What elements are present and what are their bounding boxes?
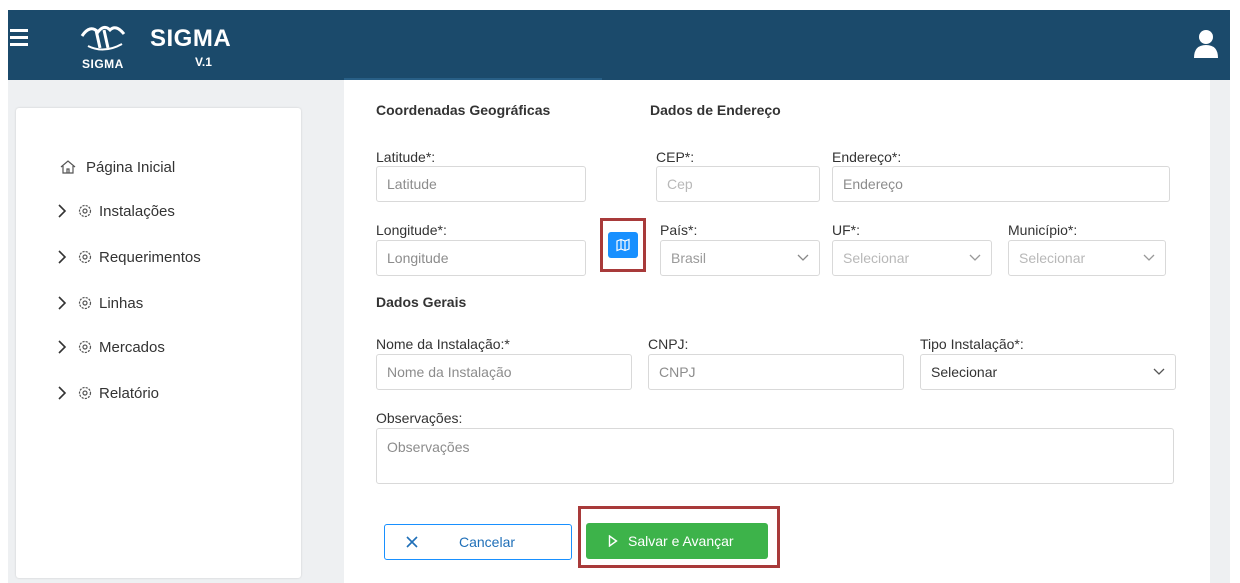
chevron-right-icon — [58, 340, 67, 354]
play-icon — [608, 535, 618, 547]
address-section-title: Dados de Endereço — [650, 102, 781, 118]
chevron-down-icon — [1143, 254, 1155, 261]
uf-label: UF*: — [832, 222, 860, 238]
gear-icon — [78, 386, 92, 400]
chevron-down-icon — [1153, 368, 1165, 375]
chevron-right-icon — [58, 386, 67, 400]
app-title: SIGMA — [150, 25, 232, 52]
sidebar-item-label: Requerimentos — [99, 248, 201, 266]
close-icon — [406, 536, 418, 548]
cep-input[interactable] — [656, 166, 820, 202]
map-button[interactable] — [608, 232, 638, 258]
menu-icon[interactable] — [10, 29, 28, 49]
municipio-label: Município*: — [1008, 222, 1078, 238]
cancel-button[interactable]: Cancelar — [384, 524, 572, 560]
gear-icon — [78, 204, 92, 218]
save-and-continue-button[interactable]: Salvar e Avançar — [586, 523, 768, 559]
app-window: SIGMA SIGMA V.1 Página Inicial Instalaçõ… — [8, 10, 1230, 583]
app-version: V.1 — [195, 55, 212, 69]
nome-label: Nome da Instalação:* — [376, 336, 510, 352]
sidebar-item-pagina-inicial[interactable]: Página Inicial — [60, 154, 175, 180]
sidebar-item-requerimentos[interactable]: Requerimentos — [56, 244, 201, 270]
sidebar-item-label: Página Inicial — [86, 158, 176, 176]
endereco-label: Endereço*: — [832, 149, 902, 165]
cnpj-label: CNPJ: — [648, 336, 689, 352]
map-icon — [616, 238, 630, 252]
longitude-input[interactable] — [376, 240, 586, 276]
observacoes-textarea[interactable] — [376, 428, 1174, 484]
sidebar-item-mercados[interactable]: Mercados — [56, 334, 165, 360]
sidebar-item-instalacoes[interactable]: Instalações — [56, 198, 175, 224]
sidebar-item-linhas[interactable]: Linhas — [56, 290, 143, 316]
sidebar-item-label: Linhas — [99, 294, 144, 312]
tipo-label: Tipo Instalação*: — [920, 336, 1024, 352]
sidebar-item-relatorio[interactable]: Relatório — [56, 380, 159, 406]
chevron-right-icon — [58, 296, 67, 310]
nome-instalacao-input[interactable] — [376, 354, 632, 390]
sidebar-item-label: Relatório — [99, 384, 160, 402]
chevron-down-icon — [797, 254, 809, 261]
sigma-logo: SIGMA — [74, 22, 144, 72]
chevron-right-icon — [58, 250, 67, 264]
pais-label: País*: — [660, 222, 698, 238]
gear-icon — [78, 250, 92, 264]
cancel-label: Cancelar — [459, 534, 516, 550]
latitude-label: Latitude*: — [376, 149, 436, 165]
tipo-instalacao-select[interactable]: Selecionar — [920, 354, 1176, 390]
sidebar: Página Inicial Instalações Requerimentos… — [16, 108, 301, 578]
municipio-select[interactable]: Selecionar — [1008, 240, 1166, 276]
observacoes-label: Observações: — [376, 410, 463, 426]
uf-select[interactable]: Selecionar — [832, 240, 992, 276]
screenshot-frame: SIGMA SIGMA V.1 Página Inicial Instalaçõ… — [0, 0, 1240, 583]
logo-text: SIGMA — [82, 57, 124, 71]
longitude-label: Longitude*: — [376, 222, 447, 238]
chevron-right-icon — [58, 204, 67, 218]
sidebar-item-label: Mercados — [99, 338, 165, 356]
cnpj-input[interactable] — [648, 354, 904, 390]
geo-section-title: Coordenadas Geográficas — [376, 102, 551, 118]
sidebar-item-label: Instalações — [99, 202, 175, 220]
top-bar: SIGMA SIGMA V.1 — [8, 10, 1230, 80]
gear-icon — [78, 340, 92, 354]
save-label: Salvar e Avançar — [628, 533, 734, 549]
gear-icon — [78, 296, 92, 310]
latitude-input[interactable] — [376, 166, 586, 202]
installation-form: Coordenadas Geográficas Dados de Endereç… — [344, 80, 1210, 583]
chevron-down-icon — [969, 254, 981, 261]
home-icon — [60, 160, 76, 174]
user-icon[interactable] — [1193, 29, 1219, 59]
cep-label: CEP*: — [656, 149, 695, 165]
logo-emblem-icon — [80, 25, 126, 51]
endereco-input[interactable] — [832, 166, 1170, 202]
general-section-title: Dados Gerais — [376, 294, 467, 310]
pais-select[interactable]: Brasil — [660, 240, 820, 276]
